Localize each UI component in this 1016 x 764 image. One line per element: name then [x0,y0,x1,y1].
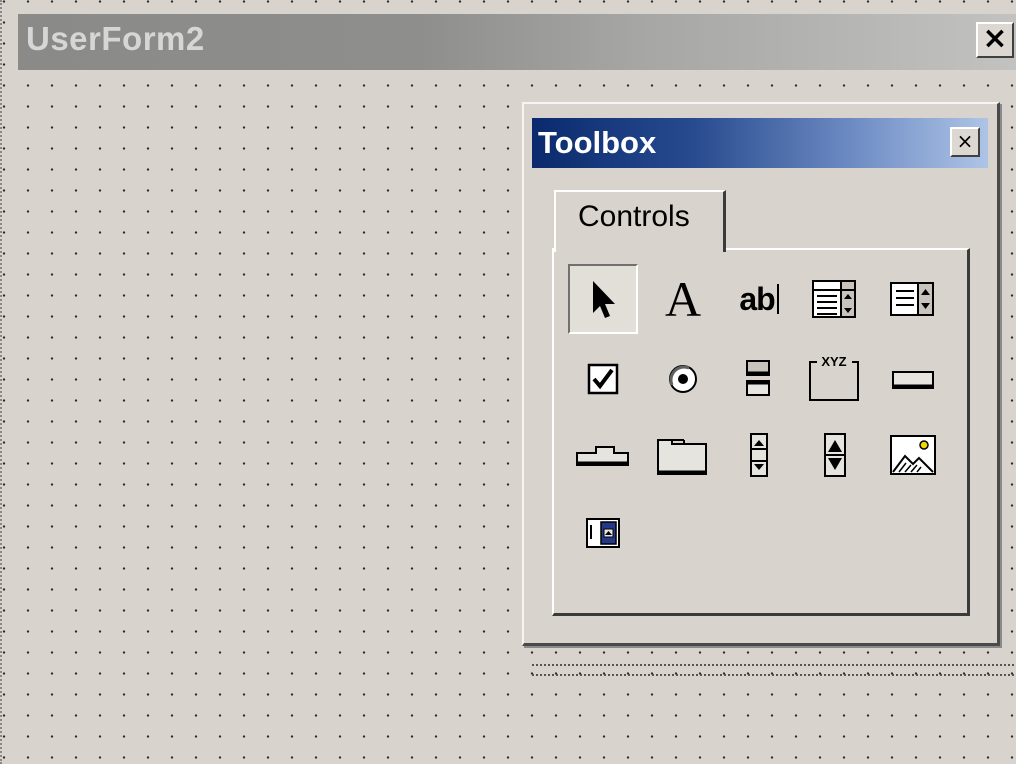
label-tool-button[interactable]: A [648,264,718,334]
userform-titlebar[interactable]: UserForm2 × [18,14,1016,70]
tab-controls-label: Controls [578,200,690,233]
svg-text:XYZ: XYZ [821,354,846,369]
image-icon [890,435,936,475]
select-objects-button[interactable] [568,264,638,334]
userform-canvas[interactable]: UserForm2 × Toolbox × Controls A ab XYZ [0,0,1016,764]
checkbox-icon [587,363,619,395]
selection-divider [532,664,1016,666]
command-button-tool-button[interactable] [878,344,948,414]
label-icon: A [664,271,702,327]
toolbox-title: Toolbox [538,125,657,160]
toolbox-titlebar[interactable]: Toolbox × [532,118,988,168]
toggle-button-icon [746,360,770,396]
close-icon: × [982,21,1008,56]
combobox-icon [812,280,856,318]
tabstrip-tool-button[interactable] [568,420,638,490]
option-button-icon [669,365,697,393]
scrollbar-icon [750,433,768,477]
spin-button-icon [824,433,846,477]
refedit-icon [586,518,620,548]
refedit-tool-button[interactable] [568,498,638,568]
textbox-icon: ab [739,281,778,318]
selection-divider [532,674,1016,676]
command-button-icon [892,371,934,389]
userform-close-button[interactable]: × [976,22,1014,58]
listbox-icon [890,282,934,316]
checkbox-tool-button[interactable] [568,344,638,414]
controls-panel: A ab XYZ [552,248,970,616]
toolbox-window[interactable]: Toolbox × Controls A ab XYZ [522,102,1000,646]
close-icon: × [956,129,974,153]
tab-controls[interactable]: Controls [554,190,726,252]
multipage-tool-button[interactable] [648,420,718,490]
tabstrip-icon [576,446,629,466]
combobox-tool-button[interactable] [800,264,870,334]
frame-icon: XYZ [809,354,859,401]
frame-tool-button[interactable]: XYZ [800,344,870,414]
textbox-tool-button[interactable]: ab [724,264,794,334]
spin-button-tool-button[interactable] [800,420,870,490]
toggle-button-tool-button[interactable] [724,344,794,414]
option-button-tool-button[interactable] [648,344,718,414]
multipage-icon [657,439,707,475]
image-tool-button[interactable] [878,420,948,490]
arrow-pointer-icon [593,281,615,318]
userform-title: UserForm2 [26,20,205,57]
scrollbar-tool-button[interactable] [724,420,794,490]
toolbox-close-button[interactable]: × [950,127,980,157]
listbox-tool-button[interactable] [878,264,948,334]
